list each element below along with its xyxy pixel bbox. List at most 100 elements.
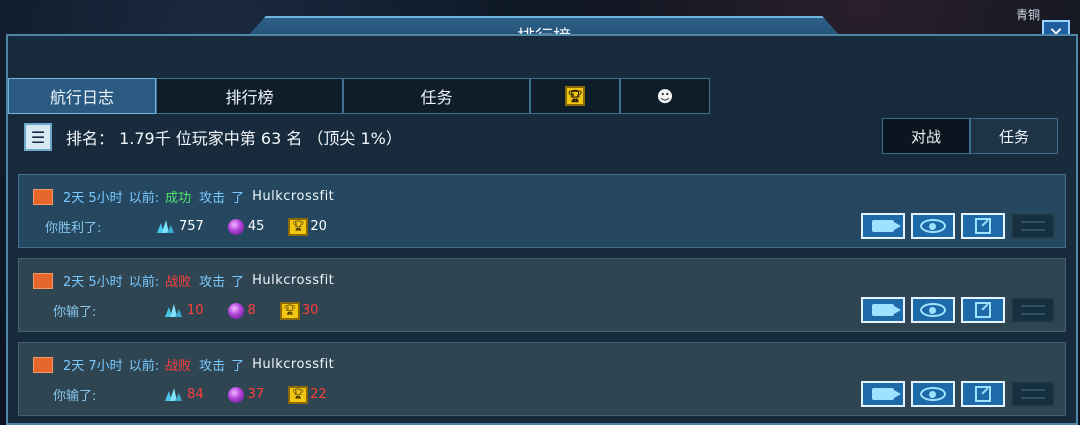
outcome-label: 你输了: [53,305,97,320]
view-button[interactable] [911,213,955,239]
logbook-icon[interactable]: ☰ [24,123,52,151]
trophy-icon: 🏆︎ [288,385,309,404]
tab-missions[interactable]: 任务 [343,78,530,114]
rank-badge: 青铜 [1016,6,1040,23]
camera-icon [872,304,901,316]
mission-mode-label: 任务 [998,127,1029,146]
entry-opponent: Hulkcrossfit [252,357,335,372]
entry-rewards: 你输了: 84 37 🏆︎ 22 [53,385,351,404]
mineral-value: 10 [187,303,204,318]
mineral-value: 757 [179,219,204,234]
trophy-value: 30 [301,303,319,318]
revenge-button[interactable] [1011,381,1055,407]
gas-stat: 45 [227,218,265,235]
mineral-icon [165,387,182,401]
share-button[interactable] [961,381,1005,407]
entry-actions [861,381,1055,407]
revenge-icon [1021,221,1045,231]
tab-leaderboard[interactable]: 排行榜 [156,78,343,114]
eye-icon [920,387,946,401]
share-button[interactable] [961,297,1005,323]
mineral-stat: 757 [155,219,204,235]
rank-text: 排名： 1.79千 位玩家中第 63 名 （顶尖 1%） [66,129,402,148]
gas-stat: 8 [227,302,256,319]
entry-summary: 2天 5小时 以前: 战败 攻击 了 Hulkcrossfit [33,271,334,290]
replay-button[interactable] [861,381,905,407]
trophy-stat: 🏆︎ 22 [288,385,327,404]
robot-icon: ☻ [656,86,674,106]
entry-ago: 以前: [128,191,160,206]
entry-time: 2天 5小时 [63,191,123,206]
revenge-icon [1021,389,1045,399]
battle-mode-label: 对战 [910,127,941,146]
mineral-icon [165,303,182,317]
revenge-button[interactable] [1011,297,1055,323]
entry-result: 成功 [165,191,192,206]
trophy-icon: 🏆︎ [565,86,585,106]
entry-summary: 2天 5小时 以前: 成功 攻击 了 Hulkcrossfit [33,187,334,206]
tab-logbook[interactable]: 航行日志 [8,78,156,114]
entry-opponent: Hulkcrossfit [252,189,335,204]
battle-icon [33,188,53,205]
tab-leaderboard-label: 排行榜 [225,88,274,107]
gas-value: 8 [247,303,256,318]
outcome-label: 你输了: [53,389,97,404]
entry-opponent: Hulkcrossfit [252,273,335,288]
log-entry: 2天 7小时 以前: 战败 攻击 了 Hulkcrossfit 你输了: 84 … [18,342,1066,416]
share-icon [975,218,991,234]
mineral-icon [157,219,174,233]
view-button[interactable] [911,381,955,407]
mode-toggle: 对战 任务 [882,118,1058,154]
share-icon [975,386,991,402]
tab-trophies[interactable]: 🏆︎ [530,78,620,114]
mission-mode-button[interactable]: 任务 [970,118,1058,154]
share-button[interactable] [961,213,1005,239]
entry-attack: 攻击 [199,191,226,206]
replay-button[interactable] [861,213,905,239]
rank-summary: ☰ 排名： 1.79千 位玩家中第 63 名 （顶尖 1%） [24,122,402,152]
trophy-icon: 🏆︎ [279,301,300,320]
tab-robot[interactable]: ☻ [620,78,710,114]
share-icon [975,302,991,318]
replay-button[interactable] [861,297,905,323]
camera-icon [872,220,901,232]
log-entry: 2天 5小时 以前: 战败 攻击 了 Hulkcrossfit 你输了: 10 … [18,258,1066,332]
outcome-label: 你胜利了: [45,221,102,236]
entry-result: 战败 [165,359,192,374]
battle-mode-button[interactable]: 对战 [882,118,970,154]
entry-le: 了 [231,275,245,290]
gas-icon [227,386,244,403]
entry-le: 了 [231,191,245,206]
entry-time: 2天 7小时 [63,359,123,374]
entry-time: 2天 5小时 [63,275,123,290]
view-button[interactable] [911,297,955,323]
rank-badge-label: 青铜 [1015,8,1040,22]
mineral-stat: 84 [163,387,204,403]
trophy-stat: 🏆︎ 20 [288,217,327,236]
trophy-icon: 🏆︎ [288,217,309,236]
tab-logbook-label: 航行日志 [49,88,114,107]
entry-ago: 以前: [128,275,160,290]
trophy-value: 20 [310,219,327,234]
tab-missions-label: 任务 [420,88,453,107]
eye-icon [920,303,946,317]
entry-actions [861,213,1055,239]
entry-le: 了 [231,359,245,374]
tab-bar: 航行日志 排行榜 任务 🏆︎ ☻ [8,78,710,114]
entry-actions [861,297,1055,323]
battle-icon [33,272,53,289]
gas-value: 45 [247,219,265,234]
entry-ago: 以前: [128,359,160,374]
gas-icon [227,218,244,235]
entry-result: 战败 [165,275,192,290]
revenge-button[interactable] [1011,213,1055,239]
entry-rewards: 你输了: 10 8 🏆︎ 30 [53,301,342,320]
trophy-value: 22 [310,387,327,402]
gas-value: 37 [247,387,265,402]
mineral-value: 84 [187,387,204,402]
eye-icon [920,219,946,233]
camera-icon [872,388,901,400]
entry-attack: 攻击 [199,275,226,290]
gas-icon [227,302,244,319]
trophy-stat: 🏆︎ 30 [279,301,319,320]
